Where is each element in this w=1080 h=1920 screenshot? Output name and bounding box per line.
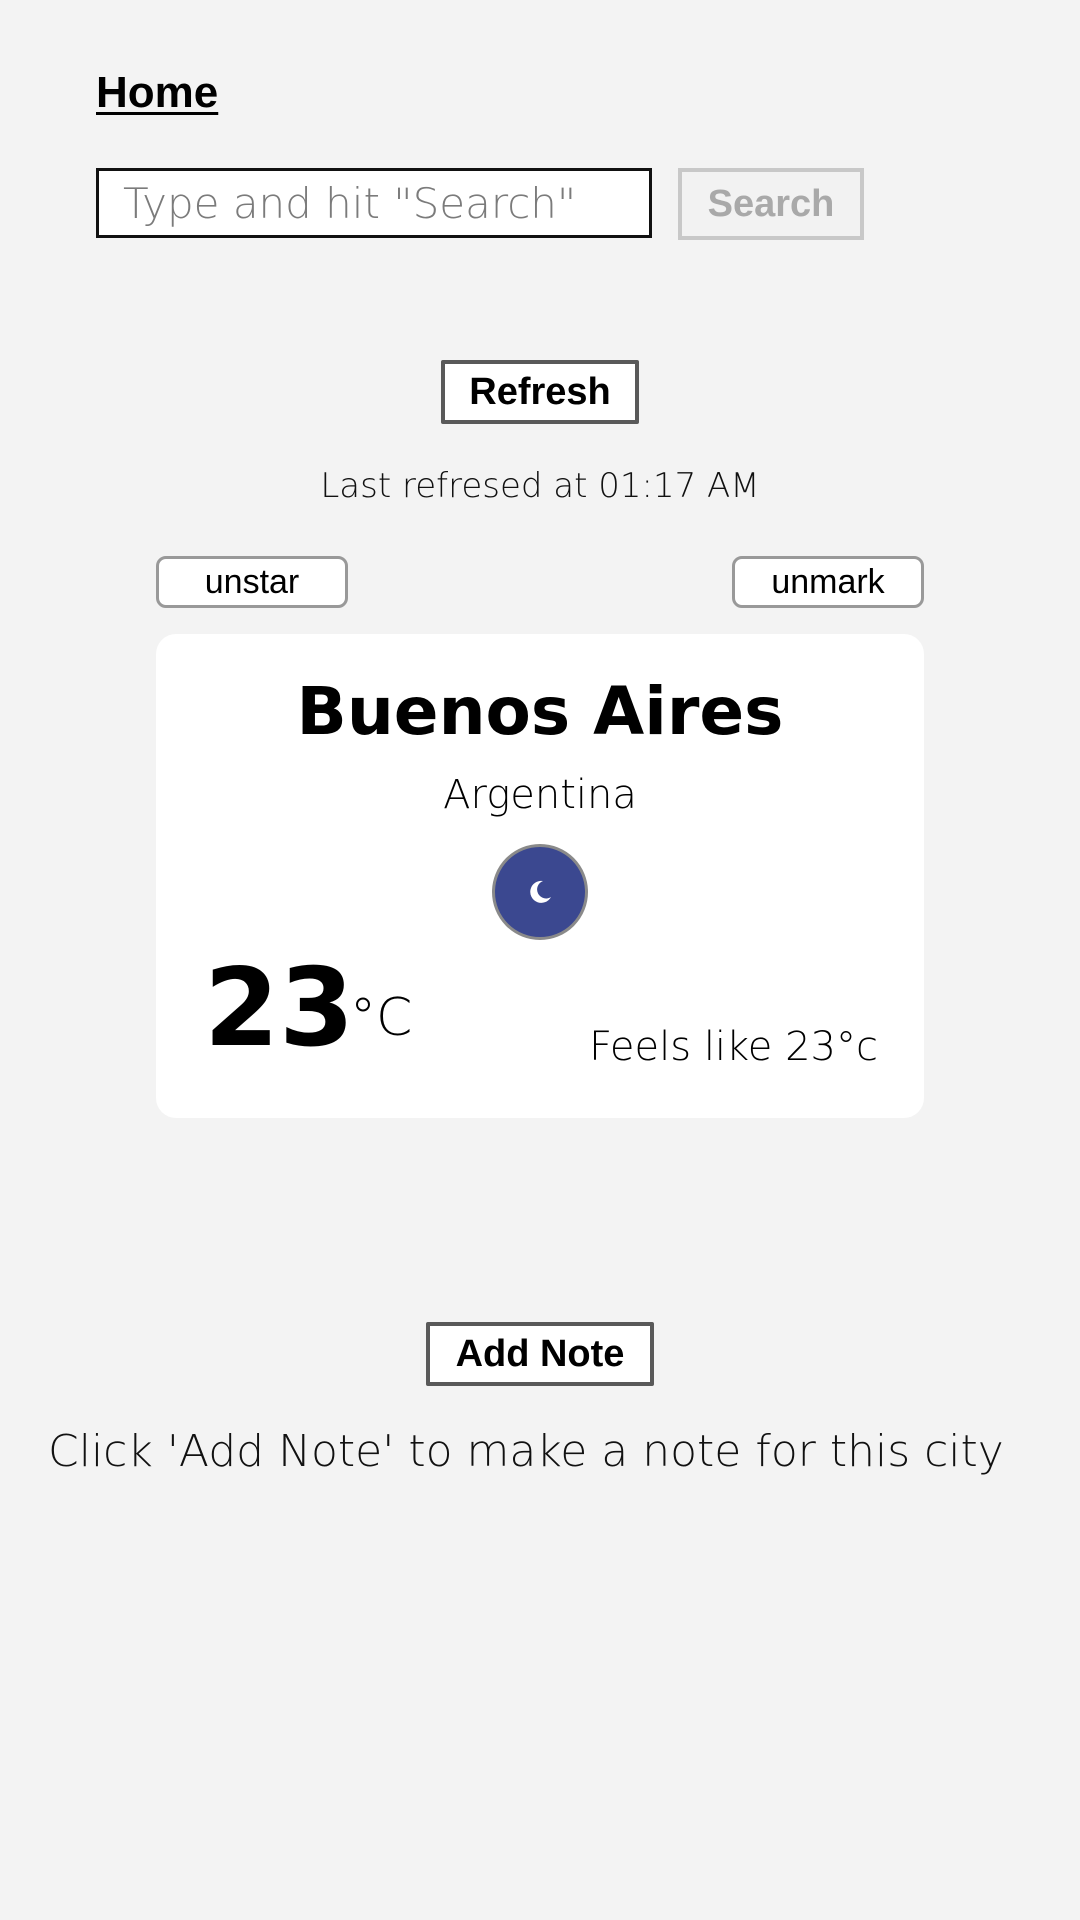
add-note-button[interactable]: Add Note: [426, 1322, 654, 1386]
unstar-button[interactable]: unstar: [156, 556, 348, 608]
home-link[interactable]: Home: [96, 68, 218, 118]
note-hint-text: Click 'Add Note' to make a note for this…: [48, 1426, 1004, 1477]
last-refreshed-text: Last refresed at 01:17 AM: [320, 466, 760, 506]
weather-card: Buenos Aires Argentina 23 °C Feels like …: [156, 634, 924, 1118]
country-name: Argentina: [443, 772, 637, 818]
moon-glyph: [530, 880, 551, 903]
feels-like-text: Feels like 23°c: [589, 1024, 878, 1070]
search-input[interactable]: [96, 168, 652, 238]
search-button[interactable]: Search: [678, 168, 864, 240]
unmark-button[interactable]: unmark: [732, 556, 924, 608]
temperature-value: 23: [204, 946, 355, 1071]
city-name: Buenos Aires: [296, 673, 784, 750]
moon-icon: [492, 844, 588, 940]
temperature-unit: °C: [350, 988, 413, 1048]
refresh-button[interactable]: Refresh: [441, 360, 639, 424]
